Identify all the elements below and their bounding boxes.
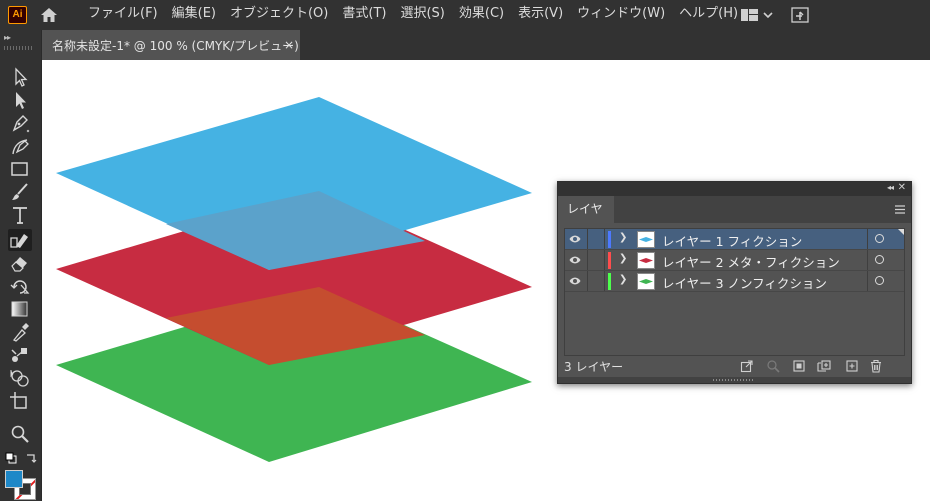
layer-color-bar <box>608 273 611 290</box>
menu-edit[interactable]: 編集(E) <box>172 0 222 30</box>
menu-effect[interactable]: 効果(C) <box>459 0 510 30</box>
fill-swatch[interactable] <box>5 470 23 488</box>
rectangle-tool-icon[interactable] <box>8 158 32 180</box>
swap-colors-icon[interactable] <box>25 452 37 464</box>
expand-chevron-icon[interactable]: ❯ <box>619 232 627 243</box>
main-menu: ファイル(F) 編集(E) オブジェクト(O) 書式(T) 選択(S) 効果(C… <box>88 0 752 30</box>
divider <box>867 229 868 249</box>
home-icon[interactable] <box>39 6 59 24</box>
resize-grip <box>713 379 753 381</box>
layer-row[interactable]: ❯ レイヤー 2 メタ・フィクション <box>565 250 904 271</box>
panel-footer: 3 レイヤー <box>558 357 911 377</box>
rotate-tool-icon[interactable] <box>8 275 32 297</box>
new-sublayer-icon[interactable] <box>817 359 831 373</box>
eyedropper-tool-icon[interactable] <box>8 321 32 343</box>
expand-chevron-icon[interactable]: ❯ <box>619 274 627 285</box>
divider <box>604 271 605 291</box>
menu-file[interactable]: ファイル(F) <box>88 0 164 30</box>
shaper-tool-icon[interactable] <box>8 229 32 251</box>
current-layer-indicator <box>898 229 904 235</box>
layer-name[interactable]: レイヤー 2 メタ・フィクション <box>662 252 840 271</box>
type-tool-icon[interactable] <box>8 204 32 226</box>
document-tab[interactable]: 名称未設定-1* @ 100 % (CMYK/プレビュー) × <box>42 30 300 60</box>
visibility-eye-icon[interactable] <box>569 276 581 286</box>
layer-thumbnail <box>637 231 655 248</box>
menu-help[interactable]: ヘルプ(H) <box>679 0 744 30</box>
divider <box>587 250 588 270</box>
divider <box>604 250 605 270</box>
export-for-screens-icon[interactable] <box>740 359 754 373</box>
layer-color-bar <box>608 252 611 269</box>
panel-tab-row: レイヤー <box>558 196 911 243</box>
divider <box>587 271 588 291</box>
close-icon[interactable]: × <box>284 38 294 52</box>
gradient-tool-icon[interactable] <box>8 298 32 320</box>
close-panel-icon[interactable]: ✕ <box>898 182 906 193</box>
delete-icon[interactable] <box>869 359 883 373</box>
locate-object-icon[interactable] <box>766 359 780 373</box>
layers-panel: ◂◂ ✕ レイヤー ❯ レイヤー 1 フィクション <box>557 181 912 384</box>
divider <box>867 250 868 270</box>
eraser-tool-icon[interactable] <box>8 252 32 274</box>
make-clipping-mask-icon[interactable] <box>792 359 806 373</box>
layer-row[interactable]: ❯ レイヤー 3 ノンフィクション <box>565 271 904 292</box>
expand-chevron-icon[interactable]: ❯ <box>619 253 627 264</box>
menu-bar: Ai ファイル(F) 編集(E) オブジェクト(O) 書式(T) 選択(S) 効… <box>0 0 930 30</box>
tab-layers[interactable]: レイヤー <box>558 196 614 243</box>
paintbrush-tool-icon[interactable] <box>8 181 32 203</box>
menu-select[interactable]: 選択(S) <box>400 0 450 30</box>
new-layer-icon[interactable] <box>845 359 859 373</box>
workspace-switcher-icon[interactable] <box>740 7 776 23</box>
app-logo: Ai <box>8 6 27 24</box>
visibility-eye-icon[interactable] <box>569 255 581 265</box>
menu-type[interactable]: 書式(T) <box>342 0 392 30</box>
curvature-tool-icon[interactable] <box>8 135 32 157</box>
layer-count: 3 レイヤー <box>564 360 624 374</box>
layer-name[interactable]: レイヤー 1 フィクション <box>662 231 802 250</box>
artboard-tool-icon[interactable] <box>8 390 32 412</box>
divider <box>867 271 868 291</box>
layer-row[interactable]: ❯ レイヤー 1 フィクション <box>565 229 904 250</box>
zoom-tool-icon[interactable] <box>8 423 32 445</box>
layers-list: ❯ レイヤー 1 フィクション ❯ レイヤー 2 メタ・フィクション ❯ レイヤ… <box>564 228 905 356</box>
menu-window[interactable]: ウィンドウ(W) <box>577 0 671 30</box>
pen-tool-icon[interactable] <box>8 112 32 134</box>
layer-color-bar <box>608 231 611 248</box>
document-tab-bar: 名称未設定-1* @ 100 % (CMYK/プレビュー) × <box>42 30 930 60</box>
blend-tool-icon[interactable] <box>8 344 32 366</box>
target-circle-icon[interactable] <box>875 276 884 285</box>
visibility-eye-icon[interactable] <box>569 234 581 244</box>
default-colors-icon[interactable] <box>5 452 17 464</box>
panel-title-bar[interactable]: ◂◂ ✕ <box>558 182 911 196</box>
arrange-documents-icon[interactable] <box>790 6 812 24</box>
collapse-icon[interactable]: ▸▸ <box>4 33 11 42</box>
menu-object[interactable]: オブジェクト(O) <box>230 0 334 30</box>
menu-view[interactable]: 表示(V) <box>518 0 569 30</box>
divider <box>587 229 588 249</box>
document-tab-title: 名称未設定-1* @ 100 % (CMYK/プレビュー) <box>52 38 299 53</box>
divider <box>604 229 605 249</box>
target-circle-icon[interactable] <box>875 234 884 243</box>
layer-name[interactable]: レイヤー 3 ノンフィクション <box>662 273 827 292</box>
layer-thumbnail <box>637 252 655 269</box>
tools-panel: ▸▸ <box>0 30 42 501</box>
layer-thumbnail <box>637 273 655 290</box>
direct-selection-tool-icon[interactable] <box>8 89 32 111</box>
panel-resize-handle[interactable] <box>558 377 911 383</box>
selection-tool-icon[interactable] <box>8 66 32 88</box>
collapse-panel-icon[interactable]: ◂◂ <box>887 183 894 192</box>
panel-menu-icon[interactable] <box>895 205 905 214</box>
panel-grip[interactable] <box>4 46 34 50</box>
target-circle-icon[interactable] <box>875 255 884 264</box>
shape-builder-tool-icon[interactable] <box>8 367 32 389</box>
